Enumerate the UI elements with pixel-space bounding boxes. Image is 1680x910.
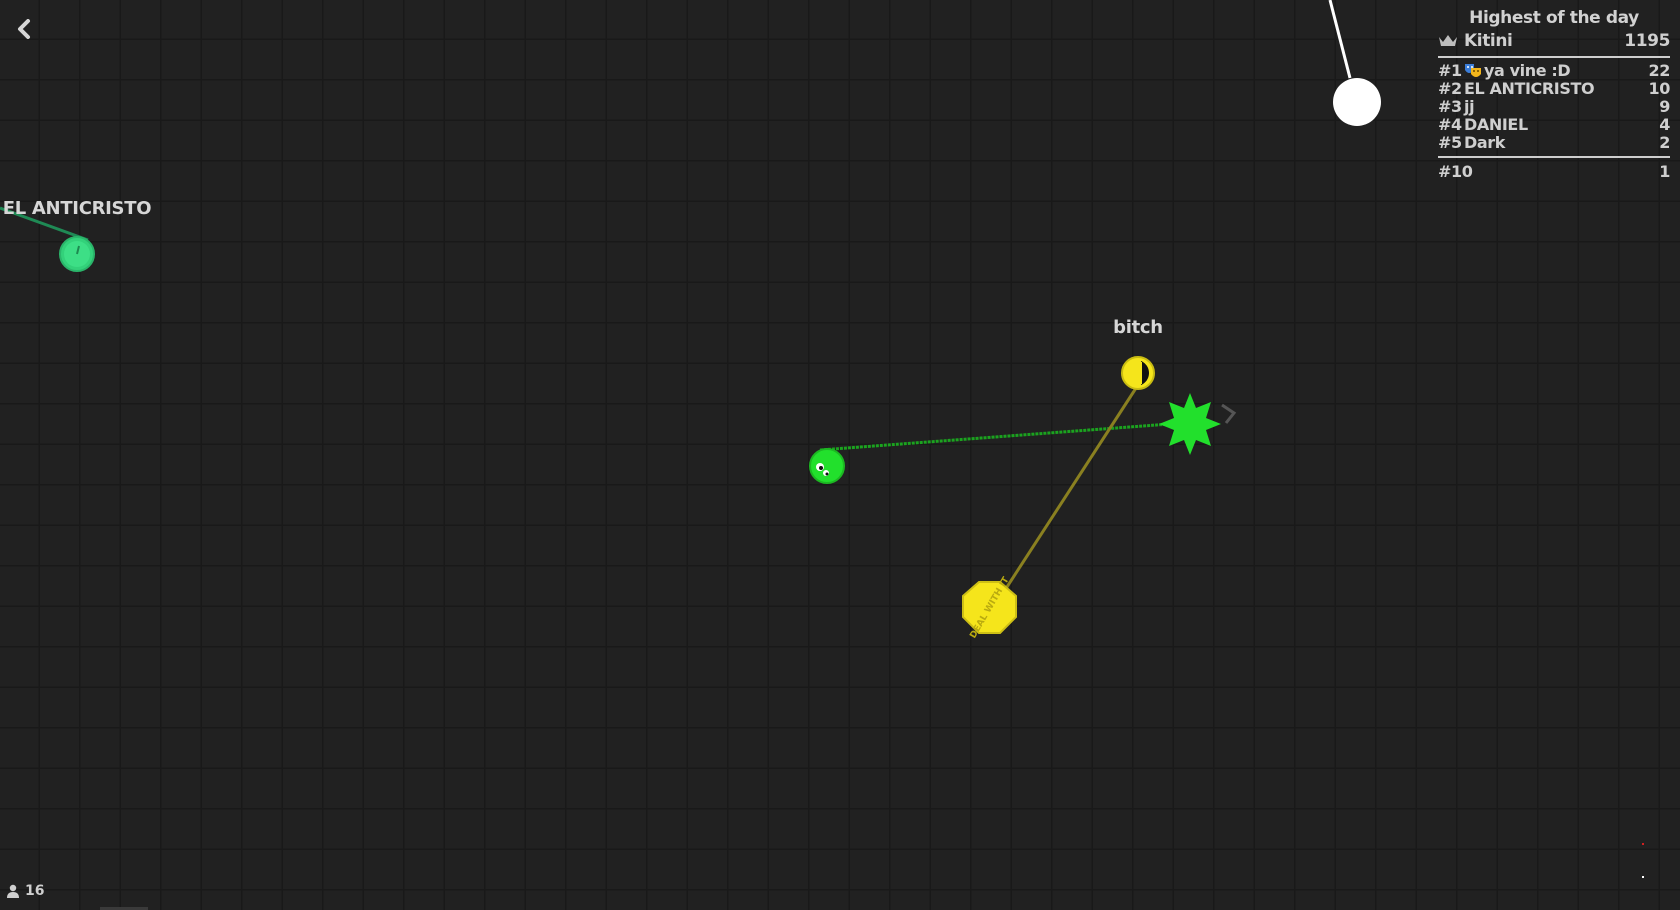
score: 2 bbox=[1659, 133, 1670, 152]
own-rank: #10 bbox=[1438, 162, 1473, 181]
game-canvas[interactable]: DEAL WITH IT bbox=[0, 0, 1680, 910]
arrow-indicator bbox=[1221, 403, 1237, 424]
chevron-left-icon bbox=[18, 19, 30, 39]
leaderboard: Highest of the day Kitini 1195 #1 ya vin… bbox=[1438, 6, 1670, 182]
player-yellow bbox=[1121, 356, 1155, 390]
own-score: 1 bbox=[1659, 162, 1670, 181]
player-name: DANIEL bbox=[1464, 115, 1528, 134]
player-teal bbox=[59, 236, 95, 272]
score: 9 bbox=[1659, 97, 1670, 116]
leaderboard-row: #1 ya vine :D 22 bbox=[1438, 62, 1670, 80]
leaderboard-row: #2 EL ANTICRISTO 10 bbox=[1438, 80, 1670, 98]
leaderboard-divider bbox=[1438, 156, 1670, 158]
leaderboard-row: #5 Dark 2 bbox=[1438, 134, 1670, 152]
rank: #5 bbox=[1438, 133, 1462, 152]
top-player-score: 1195 bbox=[1624, 31, 1670, 51]
rank: #1 bbox=[1438, 61, 1462, 80]
player-label-bitch: bitch bbox=[1113, 317, 1163, 338]
online-count-value: 16 bbox=[25, 883, 45, 899]
leaderboard-title: Highest of the day bbox=[1469, 8, 1639, 28]
leaderboard-row: #3 jj 9 bbox=[1438, 98, 1670, 116]
score: 4 bbox=[1659, 115, 1670, 134]
green-spike-weapon bbox=[1159, 393, 1221, 455]
leaderboard-row: #4 DANIEL 4 bbox=[1438, 116, 1670, 134]
theater-masks-icon bbox=[1465, 64, 1481, 77]
tether-yellow bbox=[1003, 384, 1140, 591]
player-name: jj bbox=[1464, 97, 1475, 116]
white-ball bbox=[1333, 78, 1381, 126]
tether-white bbox=[1328, 0, 1352, 79]
player-name: Dark bbox=[1464, 133, 1506, 152]
crown-icon bbox=[1439, 35, 1457, 46]
tether-green bbox=[819, 422, 1171, 452]
user-icon bbox=[7, 884, 19, 898]
leaderboard-own-rank: #10 1 bbox=[1438, 162, 1670, 182]
back-button[interactable] bbox=[10, 14, 38, 44]
minimap-dot-white bbox=[1642, 876, 1644, 878]
leaderboard-divider bbox=[1438, 56, 1670, 58]
player-name: ya vine :D bbox=[1464, 62, 1649, 80]
player-green bbox=[809, 448, 845, 484]
score: 10 bbox=[1648, 79, 1671, 98]
online-player-count: 16 bbox=[6, 883, 44, 899]
leaderboard-top-player: Kitini 1195 bbox=[1438, 30, 1670, 52]
player-name: EL ANTICRISTO bbox=[1464, 79, 1595, 98]
rank: #2 bbox=[1438, 79, 1462, 98]
yellow-octagon-weapon: DEAL WITH IT bbox=[962, 575, 1017, 640]
minimap-dot-red bbox=[1642, 843, 1644, 845]
top-player-name: Kitini bbox=[1464, 31, 1513, 51]
score: 22 bbox=[1648, 61, 1671, 80]
rank: #3 bbox=[1438, 97, 1462, 116]
player-label-el-anticristo: EL ANTICRISTO bbox=[2, 198, 152, 219]
player-name-text: ya vine :D bbox=[1484, 61, 1571, 80]
rank: #4 bbox=[1438, 115, 1462, 134]
